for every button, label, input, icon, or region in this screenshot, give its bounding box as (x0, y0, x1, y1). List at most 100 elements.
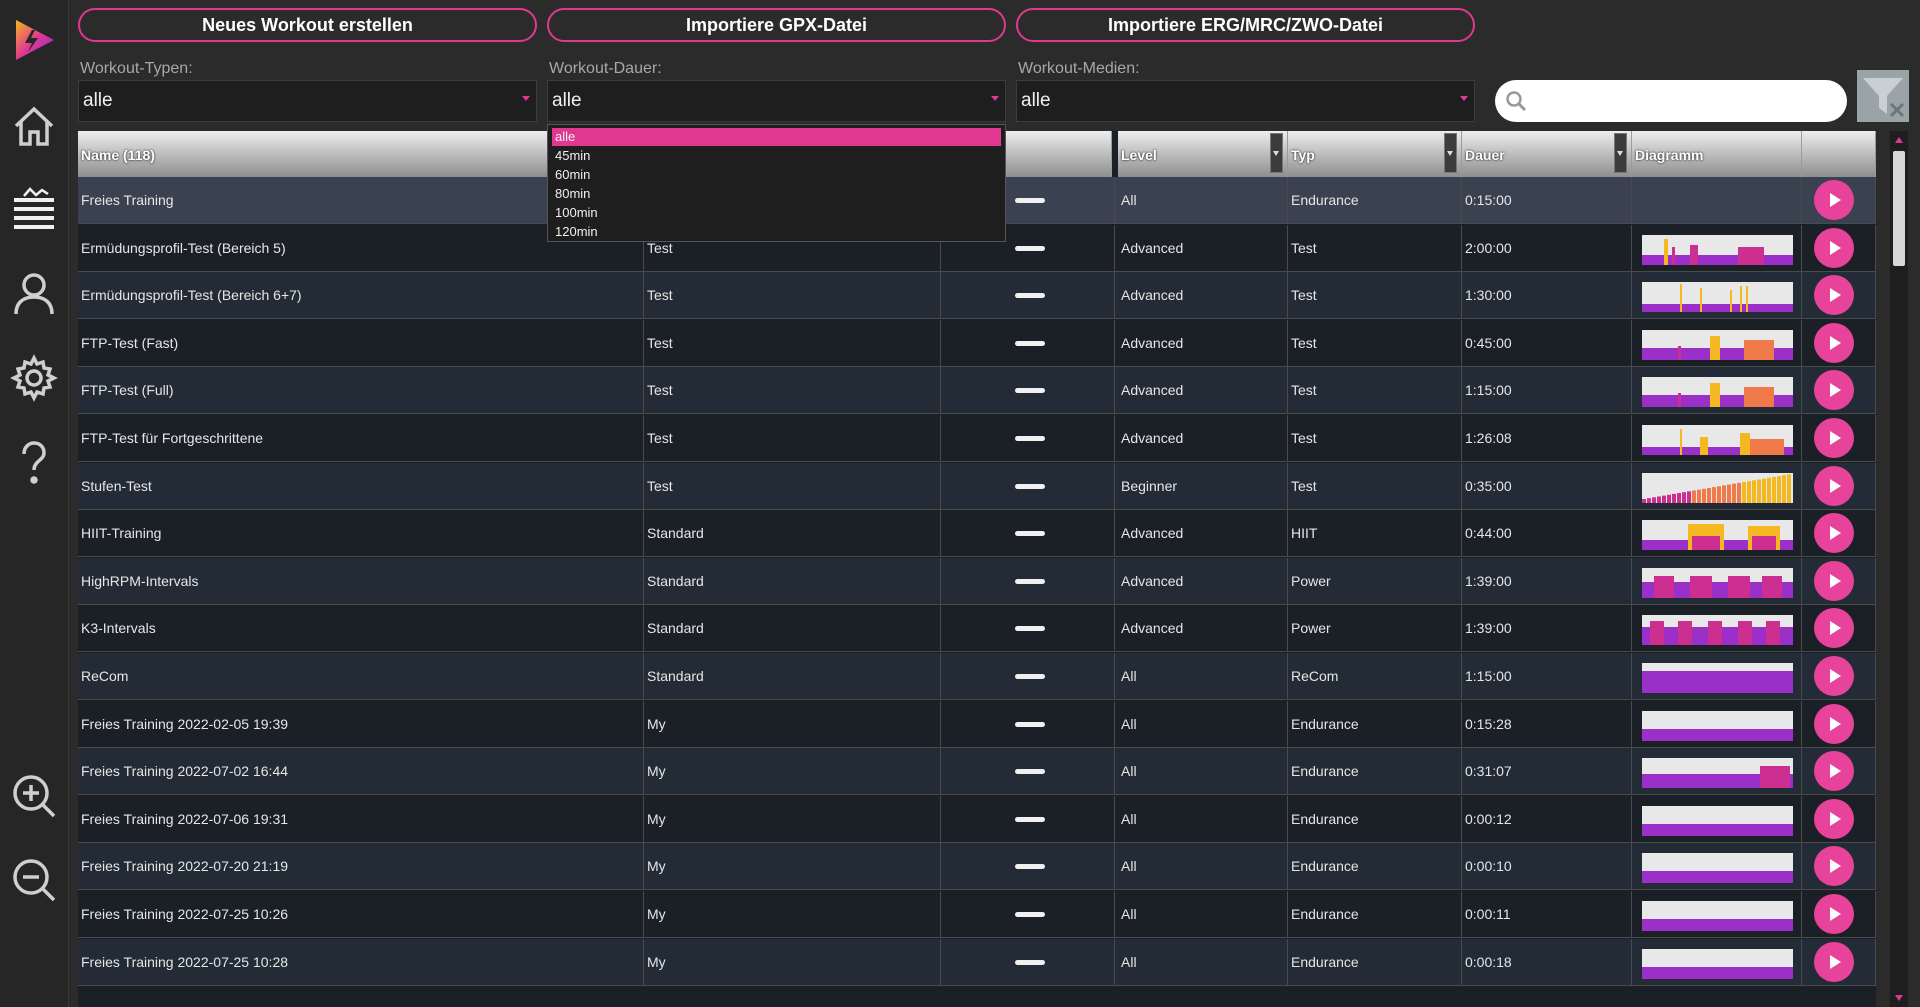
play-icon[interactable] (1814, 322, 1854, 363)
play-icon[interactable] (1814, 798, 1854, 839)
app-logo-icon[interactable] (8, 14, 60, 66)
search-input[interactable] (1535, 88, 1839, 116)
scroll-up-icon[interactable] (1895, 137, 1903, 143)
diagram-bar (1700, 437, 1708, 455)
play-icon[interactable] (1814, 941, 1854, 982)
diagram-bar (1717, 485, 1721, 503)
table-row[interactable]: Freies Training 2022-07-06 19:31 My All End… (78, 795, 1876, 843)
play-icon[interactable] (1814, 560, 1854, 601)
cell-category: Standard (644, 510, 941, 557)
cell-dauer: 0:44:00 (1462, 510, 1632, 557)
import-erg-button[interactable]: Importiere ERG/MRC/ZWO-Datei (1016, 8, 1475, 42)
cell-dauer: 1:39:00 (1462, 605, 1632, 652)
cell-category: Standard (644, 653, 941, 699)
import-gpx-button[interactable]: Importiere GPX-Datei (547, 8, 1006, 42)
zoom-in-icon[interactable] (8, 770, 60, 822)
zoom-out-icon[interactable] (8, 854, 60, 906)
workout-list-icon[interactable] (8, 184, 60, 236)
workout-diagram (1642, 377, 1793, 408)
diagram-bar (1762, 478, 1766, 503)
play-icon[interactable] (1814, 275, 1854, 316)
column-header-diagramm-label: Diagramm (1635, 147, 1704, 163)
diagram-bar (1772, 476, 1776, 503)
table-row[interactable]: Freies Training 2022-07-20 21:19 My All End… (78, 843, 1876, 891)
column-header-dauer[interactable]: Dauer (1462, 131, 1632, 177)
new-workout-button[interactable]: Neues Workout erstellen (78, 8, 537, 42)
play-icon[interactable] (1814, 465, 1854, 506)
cell-name: FTP-Test (Full) (78, 367, 644, 414)
sidebar (0, 0, 69, 1007)
diagram-bar (1752, 479, 1756, 503)
scroll-down-icon[interactable] (1895, 995, 1903, 1001)
duration-option[interactable]: 80min (552, 185, 1001, 203)
workout-types-select[interactable]: alle (78, 80, 537, 122)
diagram-bar (1767, 477, 1771, 503)
play-icon[interactable] (1814, 751, 1854, 792)
cell-category: Test (644, 272, 941, 319)
duration-option[interactable]: alle (552, 128, 1001, 146)
workout-types-value: alle (83, 90, 113, 111)
cell-category: My (644, 843, 941, 890)
level-filter-button[interactable] (1270, 133, 1283, 173)
workout-media-select[interactable]: alle (1016, 80, 1475, 122)
table-row[interactable]: Freies Training 2022-07-02 16:44 My All End… (78, 748, 1876, 796)
settings-gear-icon[interactable] (8, 352, 60, 404)
workout-diagram (1642, 853, 1793, 884)
typ-filter-button[interactable] (1444, 133, 1457, 173)
filter-clear-icon[interactable] (1857, 70, 1909, 122)
duration-option[interactable]: 100min (552, 204, 1001, 222)
workout-diagram (1642, 520, 1793, 551)
diagram-bar (1782, 474, 1786, 503)
scroll-thumb[interactable] (1893, 151, 1905, 266)
play-icon[interactable] (1814, 513, 1854, 554)
table-row[interactable]: FTP-Test für Fortgeschrittene Test Advance… (78, 415, 1876, 462)
play-icon[interactable] (1814, 703, 1854, 744)
help-icon[interactable] (8, 436, 60, 488)
scrollbar[interactable] (1890, 131, 1908, 1007)
cell-diagramm (1632, 177, 1802, 223)
diagram-bar (1766, 621, 1780, 646)
column-header-typ[interactable]: Typ (1288, 131, 1462, 177)
search-box (1495, 80, 1847, 122)
table-row[interactable]: Freies Training 2022-07-25 10:28 My All End… (78, 938, 1876, 986)
cell-dauer: 0:35:00 (1462, 462, 1632, 509)
user-icon[interactable] (8, 268, 60, 320)
cell-name: Freies Training 2022-02-05 19:39 (78, 700, 644, 747)
diagram-bar (1750, 439, 1784, 455)
table-row[interactable]: Freies Training 2022-02-05 19:39 My All End… (78, 700, 1876, 748)
table-row[interactable]: Stufen-Test Test Beginner Test 0:35:00 (78, 462, 1876, 510)
workout-diagram (1642, 329, 1793, 360)
table-row[interactable]: FTP-Test (Fast) Test Advanced Test 0:45:00 (78, 319, 1876, 367)
table-row[interactable]: HighRPM-Intervals Standard Advanced Power 1:… (78, 557, 1876, 605)
play-icon[interactable] (1814, 894, 1854, 934)
cell-dauer: 0:31:07 (1462, 748, 1632, 795)
cell-dauer: 0:00:12 (1462, 795, 1632, 842)
column-header-diagramm[interactable]: Diagramm (1632, 131, 1802, 177)
table-row[interactable]: Ermüdungsprofil-Test (Bereich 6+7) Test Ad… (78, 272, 1876, 320)
table-row[interactable]: HIIT-Training Standard Advanced HIIT 0:44:00 (78, 510, 1876, 558)
play-icon[interactable] (1814, 656, 1854, 696)
diagram-bar (1690, 244, 1698, 265)
duration-option[interactable]: 45min (552, 147, 1001, 165)
table-row[interactable]: FTP-Test (Full) Test Advanced Test 1:15:00 (78, 367, 1876, 415)
play-icon[interactable] (1814, 227, 1854, 268)
media-indicator (1015, 198, 1045, 203)
table-row[interactable]: ReCom Standard All ReCom 1:15:00 (78, 653, 1876, 700)
cell-typ: Test (1288, 319, 1462, 366)
table-row[interactable]: Freies Training 2022-07-25 10:26 My All End… (78, 891, 1876, 938)
table-row[interactable]: K3-Intervals Standard Advanced Power 1:39:00 (78, 605, 1876, 653)
play-icon[interactable] (1814, 180, 1854, 220)
media-indicator (1015, 769, 1045, 775)
cell-name: Freies Training 2022-07-25 10:26 (78, 891, 644, 937)
diagram-bar (1654, 575, 1674, 598)
diagram-bar (1747, 480, 1751, 503)
duration-option[interactable]: 120min (552, 223, 1001, 241)
diagram-bar (1678, 345, 1681, 360)
column-header-level[interactable]: Level (1118, 131, 1288, 177)
dauer-filter-button[interactable] (1614, 133, 1627, 173)
home-icon[interactable] (8, 100, 60, 152)
play-icon[interactable] (1814, 418, 1854, 458)
cell-dauer: 0:00:11 (1462, 891, 1632, 937)
duration-option[interactable]: 60min (552, 166, 1001, 184)
workout-duration-select[interactable]: alle (547, 80, 1006, 122)
